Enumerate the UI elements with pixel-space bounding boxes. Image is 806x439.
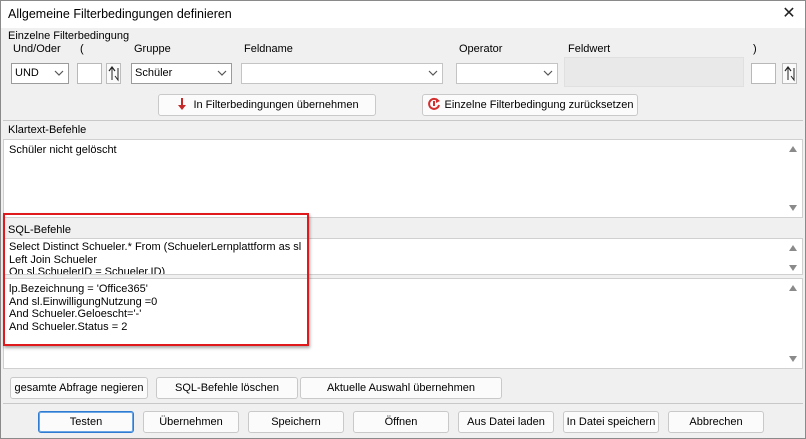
save-file-label: In Datei speichern: [566, 416, 656, 428]
apply-current-button[interactable]: Aktuelle Auswahl übernehmen: [300, 377, 502, 399]
open-paren-field[interactable]: [77, 63, 102, 84]
negate-query-button[interactable]: gesamte Abfrage negieren: [10, 377, 148, 399]
scroll-up-icon[interactable]: [789, 146, 797, 152]
reset-filter-label: Einzelne Filterbedingung zurücksetzen: [444, 99, 634, 111]
operator-select[interactable]: [456, 63, 558, 84]
clear-sql-label: SQL-Befehle löschen: [175, 382, 279, 394]
load-file-label: Aus Datei laden: [467, 416, 545, 428]
title-bar: Allgemeine Filterbedingungen definieren …: [1, 1, 805, 28]
und-oder-select[interactable]: UND: [11, 63, 69, 84]
load-file-button[interactable]: Aus Datei laden: [458, 411, 554, 433]
feldwert-label: Feldwert: [568, 43, 611, 55]
open-button[interactable]: Öffnen: [353, 411, 449, 433]
klartext-label: Klartext-Befehle: [8, 124, 87, 136]
cancel-label: Abbrechen: [689, 416, 743, 428]
feldname-select[interactable]: [241, 63, 443, 84]
klartext-text: Schüler nicht gelöscht: [9, 144, 117, 156]
und-oder-label: Und/Oder: [13, 43, 61, 55]
chevron-down-icon: [217, 70, 227, 76]
apply-current-label: Aktuelle Auswahl übernehmen: [327, 382, 475, 394]
sql-upper-scrollbar[interactable]: [786, 239, 801, 274]
gruppe-label: Gruppe: [134, 43, 171, 55]
scroll-down-icon[interactable]: [789, 356, 797, 362]
window-title: Allgemeine Filterbedingungen definieren: [8, 7, 232, 21]
feldwert-field: [564, 57, 744, 87]
scroll-down-icon[interactable]: [789, 265, 797, 271]
reset-filter-button[interactable]: Einzelne Filterbedingung zurücksetzen: [422, 94, 638, 116]
accept-button[interactable]: Übernehmen: [143, 411, 239, 433]
und-oder-value: UND: [15, 67, 39, 79]
gruppe-value: Schüler: [135, 67, 173, 79]
divider: [3, 120, 803, 121]
chevron-down-icon: [428, 70, 438, 76]
sql-highlight-box: [3, 213, 309, 346]
save-file-button[interactable]: In Datei speichern: [563, 411, 659, 433]
close-paren-label: ): [753, 43, 757, 55]
test-label: Testen: [69, 416, 103, 428]
apply-filter-button[interactable]: In Filterbedingungen übernehmen: [158, 94, 376, 116]
scroll-up-icon[interactable]: [789, 245, 797, 251]
test-button[interactable]: Testen: [38, 411, 134, 433]
gruppe-select[interactable]: Schüler: [131, 63, 232, 84]
filter-group-label: Einzelne Filterbedingung: [8, 30, 130, 42]
klartext-scrollbar[interactable]: [786, 140, 801, 217]
negate-query-label: gesamte Abfrage negieren: [14, 382, 144, 394]
klartext-textarea[interactable]: Schüler nicht gelöscht: [3, 139, 803, 218]
close-icon[interactable]: ✕: [777, 3, 801, 25]
apply-filter-label: In Filterbedingungen übernehmen: [193, 99, 359, 111]
reset-icon: [427, 97, 440, 110]
operator-label: Operator: [459, 43, 503, 55]
feldname-label: Feldname: [244, 43, 293, 55]
save-button[interactable]: Speichern: [248, 411, 344, 433]
accept-label: Übernehmen: [159, 416, 223, 428]
cancel-button[interactable]: Abbrechen: [668, 411, 764, 433]
clear-sql-button[interactable]: SQL-Befehle löschen: [156, 377, 298, 399]
close-paren-spin-icon[interactable]: [782, 63, 797, 84]
scroll-down-icon[interactable]: [789, 205, 797, 211]
arrow-down-icon: [178, 98, 187, 110]
chevron-down-icon: [543, 70, 553, 76]
filter-dialog: Allgemeine Filterbedingungen definieren …: [0, 0, 806, 439]
divider: [3, 403, 803, 404]
sql-lower-scrollbar[interactable]: [786, 279, 801, 368]
open-label: Öffnen: [384, 416, 418, 428]
close-paren-field[interactable]: [751, 63, 776, 84]
chevron-down-icon: [54, 70, 64, 76]
save-label: Speichern: [271, 416, 321, 428]
open-paren-spin-icon[interactable]: [106, 63, 121, 84]
scroll-up-icon[interactable]: [789, 285, 797, 291]
open-paren-label: (: [80, 43, 84, 55]
